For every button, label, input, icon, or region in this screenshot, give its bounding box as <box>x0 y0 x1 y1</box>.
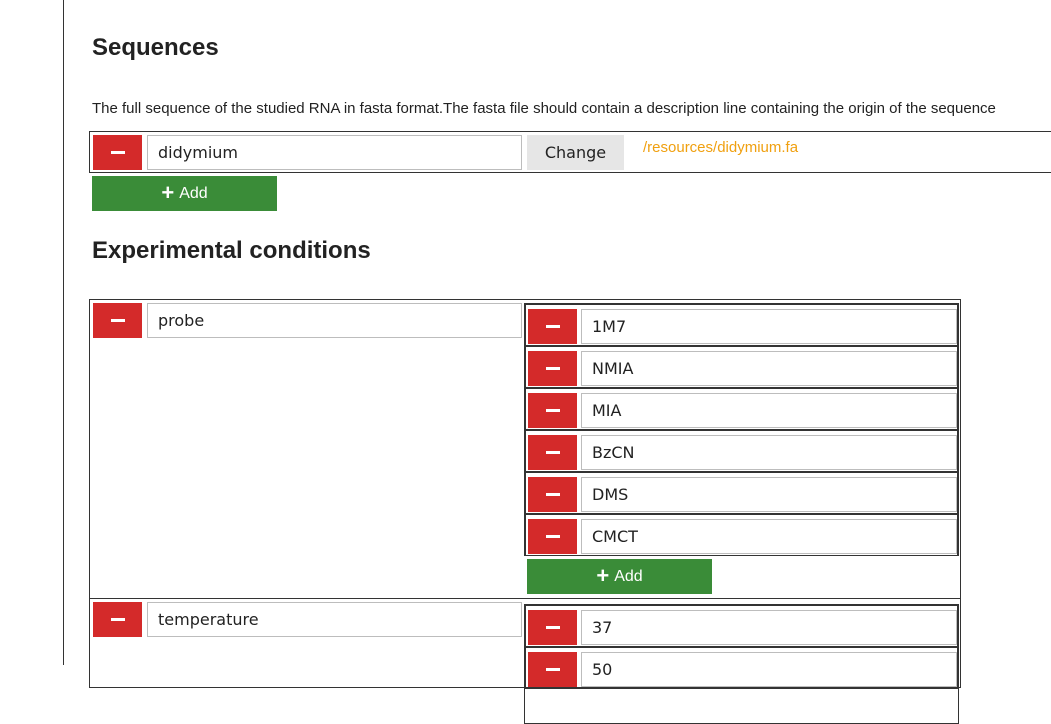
condition-value-row <box>525 605 958 647</box>
condition-value-input[interactable] <box>581 610 957 645</box>
sequences-description: The full sequence of the studied RNA in … <box>92 100 996 117</box>
sequence-name-input[interactable] <box>147 135 522 170</box>
add-value-label: Add <box>614 567 643 585</box>
remove-value-button[interactable] <box>528 393 577 428</box>
remove-value-button[interactable] <box>528 652 577 687</box>
remove-value-button[interactable] <box>528 435 577 470</box>
remove-value-button[interactable] <box>528 610 577 645</box>
minus-icon <box>545 626 560 629</box>
minus-icon <box>110 618 125 621</box>
condition-value-row <box>525 430 958 472</box>
minus-icon <box>545 668 560 671</box>
sequences-heading: Sequences <box>92 34 219 61</box>
condition-value-input[interactable] <box>581 477 957 512</box>
minus-icon <box>545 325 560 328</box>
remove-value-button[interactable] <box>528 519 577 554</box>
condition-value-row <box>525 388 958 430</box>
sequence-file-link[interactable]: /resources/didymium.fa <box>643 139 798 156</box>
sequence-row: Change /resources/didymium.fa <box>89 131 1051 173</box>
condition-value-input[interactable] <box>581 309 957 344</box>
condition-name-input[interactable] <box>147 602 522 637</box>
condition-row-probe: + Add <box>89 299 961 599</box>
condition-value-input[interactable] <box>581 435 957 470</box>
remove-condition-button[interactable] <box>93 303 142 338</box>
page-left-border <box>63 0 64 665</box>
condition-value-row <box>525 514 958 556</box>
condition-value-row <box>525 472 958 514</box>
minus-icon <box>110 151 125 154</box>
plus-icon: + <box>596 562 610 588</box>
condition-name-input[interactable] <box>147 303 522 338</box>
condition-values-list <box>524 604 959 724</box>
minus-icon <box>545 535 560 538</box>
remove-value-button[interactable] <box>528 351 577 386</box>
condition-row-temperature <box>89 598 961 724</box>
add-value-button[interactable]: + Add <box>527 559 712 594</box>
add-sequence-button[interactable]: + Add <box>92 176 277 211</box>
condition-value-input[interactable] <box>581 652 957 687</box>
condition-value-input[interactable] <box>581 393 957 428</box>
minus-icon <box>545 367 560 370</box>
condition-value-row <box>525 647 958 689</box>
remove-value-button[interactable] <box>528 477 577 512</box>
remove-condition-button[interactable] <box>93 602 142 637</box>
main-content: Sequences The full sequence of the studi… <box>89 0 1051 724</box>
remove-value-button[interactable] <box>528 309 577 344</box>
plus-icon: + <box>161 179 175 205</box>
condition-value-row <box>525 304 958 346</box>
condition-value-input[interactable] <box>581 519 957 554</box>
condition-value-input[interactable] <box>581 351 957 386</box>
minus-icon <box>545 493 560 496</box>
condition-values-list <box>524 303 959 556</box>
minus-icon <box>110 319 125 322</box>
condition-value-row <box>525 346 958 388</box>
remove-sequence-button[interactable] <box>93 135 142 170</box>
minus-icon <box>545 451 560 454</box>
add-sequence-label: Add <box>179 184 208 202</box>
conditions-heading: Experimental conditions <box>92 237 371 264</box>
minus-icon <box>545 409 560 412</box>
change-file-button[interactable]: Change <box>527 135 624 170</box>
